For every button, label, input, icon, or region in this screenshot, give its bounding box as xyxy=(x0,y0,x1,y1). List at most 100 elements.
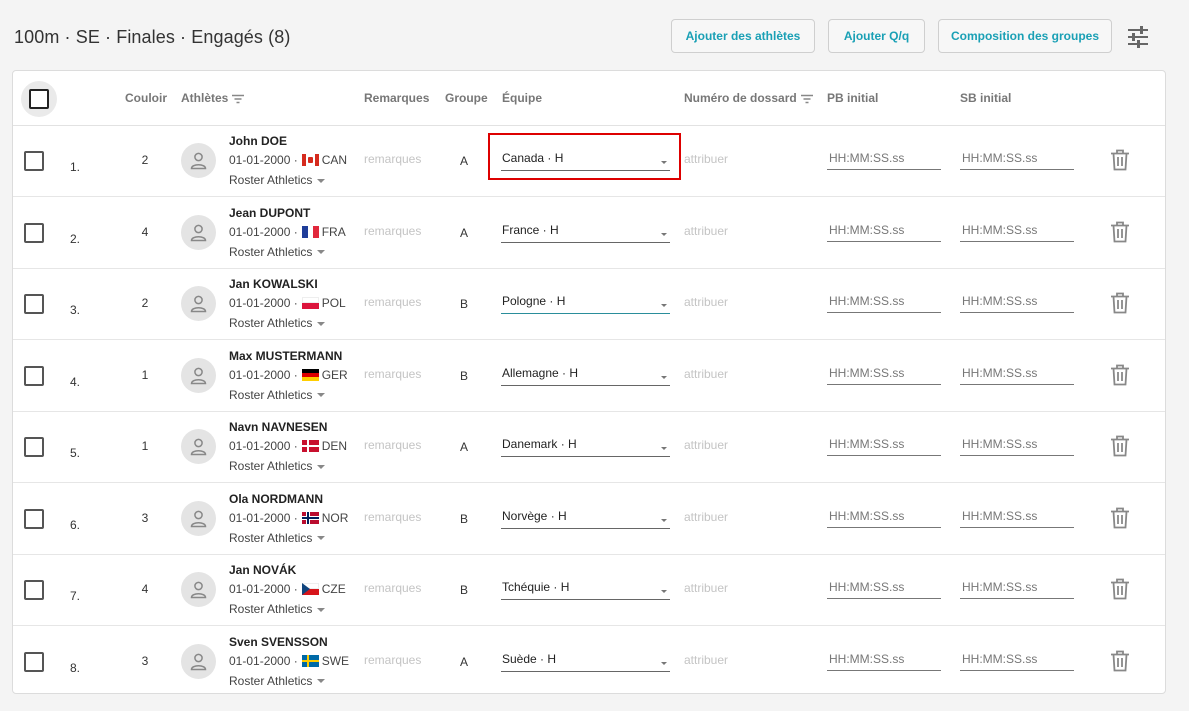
avatar xyxy=(181,357,216,393)
select-all-checkbox-container[interactable] xyxy=(21,81,57,117)
bib-input[interactable]: attribuer xyxy=(684,510,728,524)
pb-input[interactable]: HH:MM:SS.ss xyxy=(827,142,941,170)
team-select[interactable]: Pologne · H xyxy=(501,285,670,314)
athlete-name[interactable]: Jean DUPONT xyxy=(229,206,310,220)
team-select[interactable]: Suède · H xyxy=(501,643,670,672)
column-sb[interactable]: SB initial xyxy=(960,91,1011,105)
column-group[interactable]: Groupe xyxy=(445,91,488,105)
sliders-icon[interactable] xyxy=(1126,26,1150,48)
team-select[interactable]: Canada · H xyxy=(501,142,670,171)
team-select[interactable]: France · H xyxy=(501,214,670,243)
athlete-dob: 01-01-2000 · xyxy=(229,439,298,453)
add-qq-button[interactable]: Ajouter Q/q xyxy=(828,19,925,53)
bib-input[interactable]: attribuer xyxy=(684,295,728,309)
team-select[interactable]: Allemagne · H xyxy=(501,357,670,386)
athlete-name[interactable]: Navn NAVNESEN xyxy=(229,420,327,434)
row-checkbox[interactable] xyxy=(24,365,44,386)
sb-input[interactable]: HH:MM:SS.ss xyxy=(960,643,1074,671)
bib-input[interactable]: attribuer xyxy=(684,224,728,238)
pb-placeholder: HH:MM:SS.ss xyxy=(829,508,905,523)
team-select[interactable]: Tchéquie · H xyxy=(501,571,670,600)
column-athletes[interactable]: Athlètes xyxy=(181,91,245,105)
athlete-name[interactable]: John DOE xyxy=(229,134,287,148)
athlete-name[interactable]: Jan NOVÁK xyxy=(229,563,296,577)
remarks-input[interactable]: remarques xyxy=(364,295,421,309)
roster-dropdown[interactable]: Roster Athletics xyxy=(229,245,326,259)
trash-icon[interactable] xyxy=(1110,650,1130,672)
trash-icon[interactable] xyxy=(1110,292,1130,314)
trash-icon[interactable] xyxy=(1110,364,1130,386)
athlete-name[interactable]: Sven SVENSSON xyxy=(229,635,328,649)
remarks-input[interactable]: remarques xyxy=(364,367,421,381)
sb-input[interactable]: HH:MM:SS.ss xyxy=(960,500,1074,528)
column-bib[interactable]: Numéro de dossard xyxy=(684,91,813,105)
trash-icon[interactable] xyxy=(1110,507,1130,529)
trash-icon[interactable] xyxy=(1110,578,1130,600)
row-checkbox[interactable] xyxy=(24,151,44,171)
team-select[interactable]: Danemark · H xyxy=(501,428,670,457)
pb-input[interactable]: HH:MM:SS.ss xyxy=(827,428,941,456)
pb-placeholder: HH:MM:SS.ss xyxy=(829,222,905,237)
remarks-input[interactable]: remarques xyxy=(364,224,421,238)
pb-input[interactable]: HH:MM:SS.ss xyxy=(827,357,941,385)
pb-input[interactable]: HH:MM:SS.ss xyxy=(827,643,941,671)
trash-icon[interactable] xyxy=(1110,435,1130,457)
remarks-input[interactable]: remarques xyxy=(364,581,421,595)
row-checkbox[interactable] xyxy=(24,437,44,457)
bib-input[interactable]: attribuer xyxy=(684,367,728,381)
add-athletes-button[interactable]: Ajouter des athlètes xyxy=(671,19,815,53)
group-composition-button[interactable]: Composition des groupes xyxy=(938,19,1112,53)
roster-dropdown[interactable]: Roster Athletics xyxy=(229,602,326,616)
filter-icon[interactable] xyxy=(800,94,813,104)
roster-dropdown[interactable]: Roster Athletics xyxy=(229,459,326,473)
roster-dropdown[interactable]: Roster Athletics xyxy=(229,173,326,187)
flag-icon xyxy=(301,368,319,381)
select-all-checkbox[interactable] xyxy=(29,89,49,109)
bib-input[interactable]: attribuer xyxy=(684,581,728,595)
pb-input[interactable]: HH:MM:SS.ss xyxy=(827,285,941,313)
athlete-name[interactable]: Max MUSTERMANN xyxy=(229,349,342,363)
column-team[interactable]: Équipe xyxy=(502,91,542,105)
row-checkbox[interactable] xyxy=(24,508,44,529)
bib-input[interactable]: attribuer xyxy=(684,438,728,452)
filter-icon[interactable] xyxy=(232,94,245,104)
athlete-dob: 01-01-2000 · xyxy=(229,510,298,525)
bib-input[interactable]: attribuer xyxy=(684,653,728,667)
row-checkbox[interactable] xyxy=(24,222,44,243)
athlete-name[interactable]: Jan KOWALSKI xyxy=(229,277,318,291)
pb-input[interactable]: HH:MM:SS.ss xyxy=(827,214,941,242)
country-code: NOR xyxy=(321,510,349,525)
remarks-input[interactable]: remarques xyxy=(364,152,421,166)
pb-input[interactable]: HH:MM:SS.ss xyxy=(827,571,941,599)
remarks-input[interactable]: remarques xyxy=(364,510,421,524)
row-checkbox[interactable] xyxy=(24,580,44,600)
row-index: 7. xyxy=(70,589,81,603)
trash-icon[interactable] xyxy=(1110,221,1130,243)
trash-icon[interactable] xyxy=(1110,149,1130,171)
pb-input[interactable]: HH:MM:SS.ss xyxy=(827,500,941,528)
remarks-input[interactable]: remarques xyxy=(364,438,421,452)
team-select[interactable]: Norvège · H xyxy=(501,500,670,529)
roster-dropdown[interactable]: Roster Athletics xyxy=(229,316,326,330)
sb-input[interactable]: HH:MM:SS.ss xyxy=(960,571,1074,599)
bib-input[interactable]: attribuer xyxy=(684,152,728,166)
column-remarks[interactable]: Remarques xyxy=(364,91,429,105)
roster-dropdown[interactable]: Roster Athletics xyxy=(229,674,326,688)
roster-dropdown[interactable]: Roster Athletics xyxy=(229,531,326,545)
sb-input[interactable]: HH:MM:SS.ss xyxy=(960,285,1074,313)
remarks-input[interactable]: remarques xyxy=(364,653,421,667)
column-lane[interactable]: Couloir xyxy=(125,91,167,105)
flag-icon xyxy=(301,511,319,524)
sb-input[interactable]: HH:MM:SS.ss xyxy=(960,142,1074,170)
flag-icon xyxy=(301,225,319,238)
athlete-name[interactable]: Ola NORDMANN xyxy=(229,492,323,506)
roster-dropdown[interactable]: Roster Athletics xyxy=(229,388,326,402)
team-value: Allemagne · H xyxy=(502,365,579,380)
sb-input[interactable]: HH:MM:SS.ss xyxy=(960,428,1074,456)
sb-input[interactable]: HH:MM:SS.ss xyxy=(960,357,1074,385)
row-checkbox[interactable] xyxy=(24,651,44,672)
sb-input[interactable]: HH:MM:SS.ss xyxy=(960,214,1074,242)
column-pb[interactable]: PB initial xyxy=(827,91,878,105)
chevron-down-icon xyxy=(317,250,326,255)
row-checkbox[interactable] xyxy=(24,294,44,314)
